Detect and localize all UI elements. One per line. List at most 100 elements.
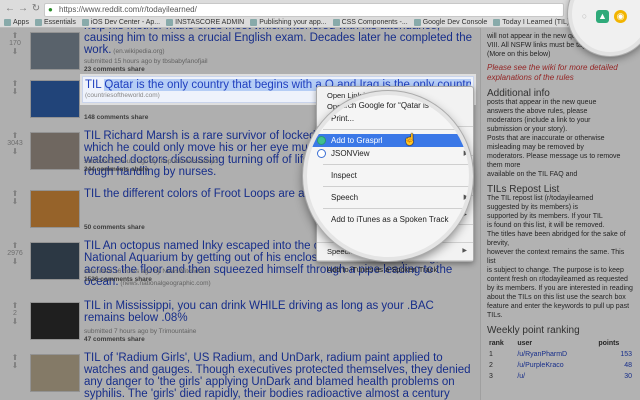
repost-line: is found on this list, it will be remove…: [487, 222, 605, 229]
post-submitted: submitted 8 hours ago by thepublicwillss…: [84, 158, 218, 165]
post-title[interactable]: TIL of 'Radium Girls', US Radium, and Un…: [84, 352, 474, 400]
rank-points: 30: [624, 373, 632, 380]
lens-menu-item[interactable]: Add to iTunes as a Spoken Track: [307, 213, 469, 226]
ranking-heading: Weekly point ranking: [487, 325, 580, 336]
upvote-icon[interactable]: ⬆: [6, 32, 24, 40]
lens-menu-item[interactable]: Search Google for “Qatar is the only cou…: [307, 99, 469, 112]
lens-separator: [323, 208, 469, 209]
bookmark-item[interactable]: Today I Learned (TIL): [493, 19, 569, 26]
post-title-text[interactable]: TIL of 'Radium Girls', US Radium, and Un…: [84, 352, 471, 400]
post-comments[interactable]: 1536 comments share: [84, 276, 152, 283]
post-row: ⬆170⬇ help his mother make ends meet whic…: [0, 28, 478, 78]
bookmark-item[interactable]: Google Dev Console: [413, 19, 487, 26]
lens-menu-item[interactable]: Speech ▶: [307, 191, 469, 204]
ranking-row: 2/u/PurpleKraco 48: [487, 360, 634, 371]
upvote-icon[interactable]: ⬆: [6, 302, 24, 310]
sidebar-note[interactable]: Please see the wiki for more detailed ex…: [487, 63, 634, 83]
vote-box: ⬆ 170 ⬇: [6, 32, 24, 56]
context-menu-label: Add to iTunes as a Spoken Track: [327, 265, 438, 274]
post-title[interactable]: help his mother make ends meet which int…: [84, 28, 474, 58]
repost-heading: TILs Repost List: [487, 184, 560, 195]
vote-box: ⬆ 2 ⬇: [6, 302, 24, 326]
post-thumbnail[interactable]: [30, 190, 80, 228]
rank-user[interactable]: /u/: [515, 371, 596, 382]
vote-box: ⬆ ⬇: [6, 190, 24, 206]
post-thumbnail[interactable]: [30, 32, 80, 70]
context-menu-item[interactable]: Add to iTunes as a Spoken Track: [317, 264, 473, 275]
post-thumbnail[interactable]: [30, 132, 80, 170]
post-comments[interactable]: 47 comments share: [84, 336, 145, 343]
rank-points: 48: [624, 362, 632, 369]
upvote-icon[interactable]: ⬆: [6, 132, 24, 140]
lens-menu-item[interactable]: Print...: [307, 112, 469, 125]
lens-menu-label: Add to Grasprl: [331, 136, 383, 145]
bookmark-item[interactable]: Apps: [4, 19, 29, 26]
downvote-icon[interactable]: ⬇: [6, 148, 24, 156]
additional-info-line: submission or your story).: [487, 126, 568, 133]
lens-menu-label: Speech: [331, 193, 359, 202]
colorpicker-icon[interactable]: ◉: [614, 10, 627, 23]
submenu-arrow-icon: ▶: [462, 248, 467, 254]
grasprl-icon: [317, 136, 326, 145]
vote-box: ⬆ ⬇: [6, 354, 24, 370]
lens-separator: [323, 129, 469, 130]
repost-line: supported by its members. If your TIL: [487, 213, 603, 220]
downvote-icon[interactable]: ⬇: [6, 88, 24, 96]
post-thumbnail[interactable]: [30, 302, 80, 340]
bookmark-label: Apps: [13, 19, 29, 26]
lens-menu-label: JSONView: [331, 149, 370, 158]
ranking-header: points: [598, 340, 620, 347]
address-bar[interactable]: ● https://www.reddit.com/r/todayilearned…: [44, 3, 564, 17]
post-thumbnail[interactable]: [30, 242, 80, 280]
downvote-icon[interactable]: ⬇: [6, 258, 24, 266]
bookmark-item[interactable]: CSS Components -...: [332, 19, 408, 26]
post-title[interactable]: TIL in Mississippi, you can drink WHILE …: [84, 300, 474, 324]
title-prefix: TIL: [85, 79, 105, 91]
reload-icon[interactable]: ↻: [30, 3, 42, 15]
grasprl-icon[interactable]: ▲: [596, 10, 609, 23]
grey-extension-icon[interactable]: ○: [578, 10, 591, 23]
post-comments[interactable]: 50 comments share: [84, 224, 145, 231]
lens-menu-item[interactable]: Inspect: [307, 169, 469, 182]
post-comments[interactable]: 148 comments share: [84, 114, 148, 121]
downvote-icon[interactable]: ⬇: [6, 362, 24, 370]
bookmark-label: INSTASCORE ADMIN: [175, 19, 245, 26]
lens-menu-label: Print...: [331, 114, 355, 123]
page-icon: [250, 19, 258, 26]
bookmark-item[interactable]: Essentials: [34, 19, 76, 26]
bookmark-item[interactable]: iOS Dev Center - Ap...: [81, 19, 160, 26]
bookmark-label: Today I Learned (TIL): [502, 19, 570, 26]
apps-icon: [4, 19, 11, 26]
selected-title-domain[interactable]: (countriesoftheworld.com): [85, 92, 160, 99]
post-title-text[interactable]: TIL in Mississippi, you can drink WHILE …: [84, 300, 434, 324]
browser-chrome: ← → ↻ ● https://www.reddit.com/r/todayil…: [0, 0, 640, 28]
post-comments[interactable]: 244 comments share: [84, 166, 148, 173]
rank-points: 153: [620, 351, 632, 358]
downvote-icon[interactable]: ⬇: [6, 198, 24, 206]
lens-menu-item[interactable]: Add to Grasprl ☝: [307, 134, 469, 147]
ranking-row: 3/u/30: [487, 371, 634, 382]
repost-line: however the context remains the same. Th…: [487, 249, 625, 265]
downvote-icon[interactable]: ⬇: [6, 318, 24, 326]
post-row: ⬆ 2 ⬇ TIL in Mississippi, you can drink WHI…: [0, 298, 478, 348]
lens-menu-item[interactable]: JSONView ▶: [307, 147, 469, 160]
bookmark-item[interactable]: Publishing your app...: [250, 19, 327, 26]
downvote-icon[interactable]: ⬇: [6, 48, 24, 56]
post-comments[interactable]: 23 comments share: [84, 66, 145, 73]
post-thumbnail[interactable]: [30, 354, 80, 392]
rank-user[interactable]: /u/PurpleKraco: [515, 360, 596, 371]
upvote-icon[interactable]: ⬆: [6, 242, 24, 250]
back-icon[interactable]: ←: [4, 3, 16, 15]
page-icon: [413, 19, 421, 26]
rank-user[interactable]: /u/RyanPharmD: [515, 349, 596, 360]
post-thumbnail[interactable]: [30, 80, 80, 118]
post-domain[interactable]: (en.wikipedia.org): [111, 48, 164, 55]
forward-icon[interactable]: →: [17, 3, 29, 15]
submenu-arrow-icon: ▶: [463, 150, 469, 157]
bookmark-item[interactable]: INSTASCORE ADMIN: [166, 19, 244, 26]
sidebar: will not appear in the new queue VIII. A…: [480, 28, 640, 400]
page-icon: [332, 19, 340, 26]
lens-menu-label: Add to iTunes as a Spoken Track: [331, 215, 449, 224]
jsonview-icon: [317, 149, 326, 158]
repost-line: is subject to change. The purpose is to …: [487, 267, 624, 274]
